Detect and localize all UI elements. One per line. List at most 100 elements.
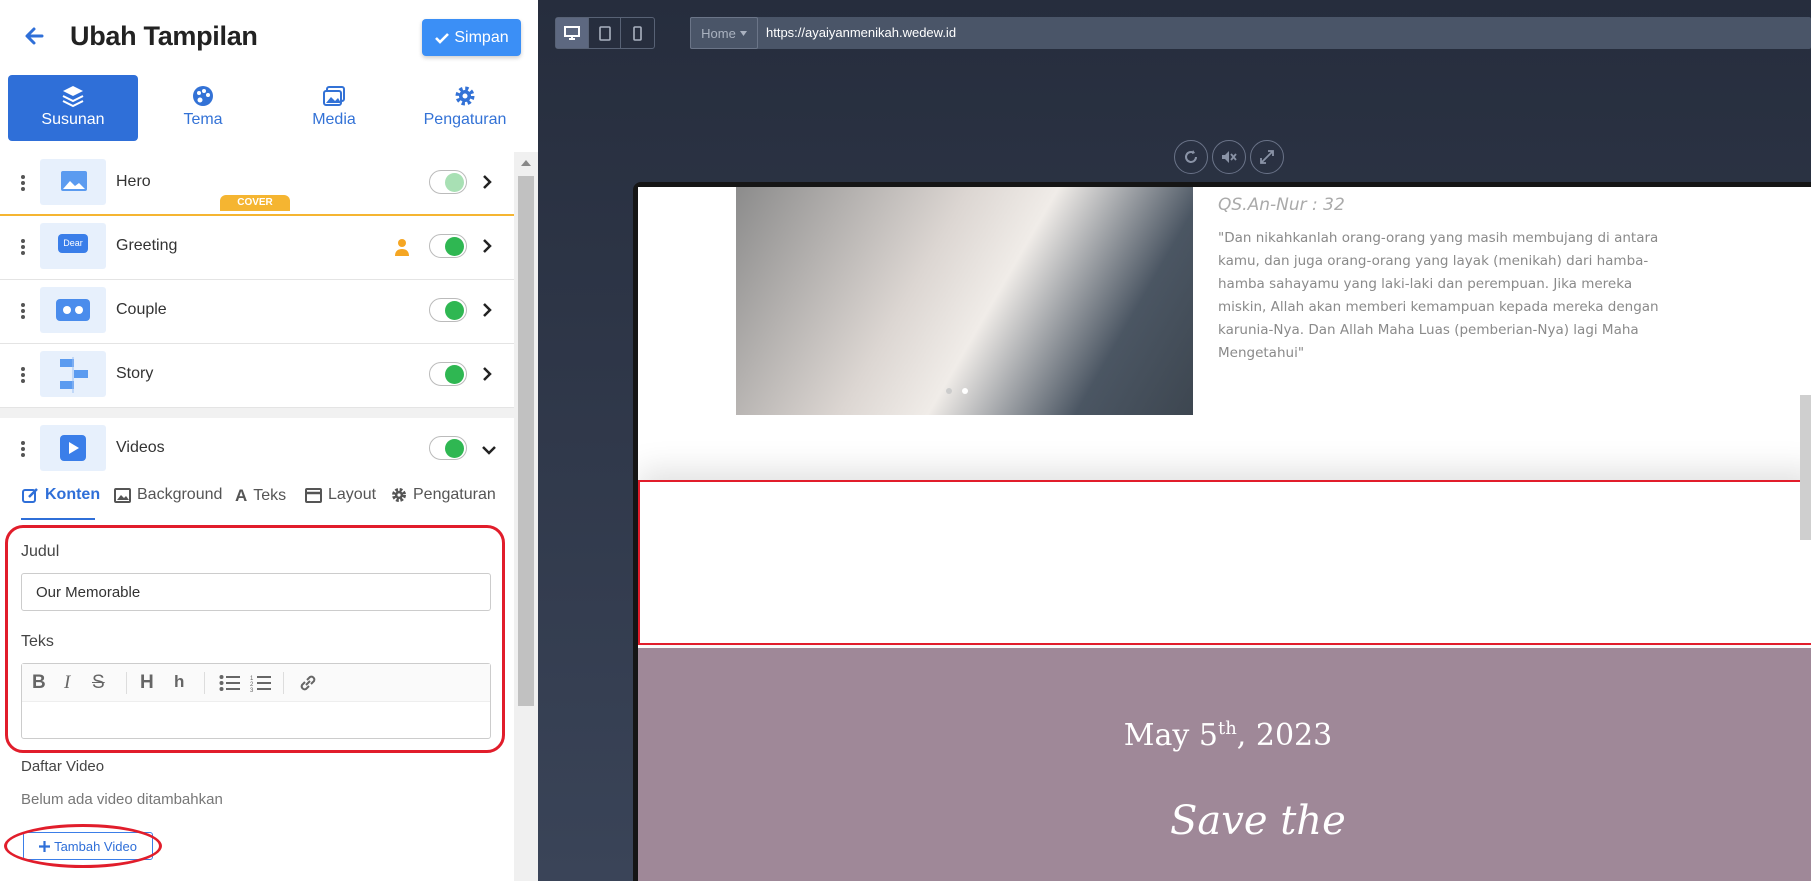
greeting-thumbnail: Dear	[40, 223, 106, 269]
mobile-view-button[interactable]	[621, 18, 654, 48]
save-the-date-section: May 5th, 2023 Save the	[638, 648, 1811, 881]
tab-media[interactable]: Media	[269, 75, 399, 141]
subtab-label: Teks	[253, 487, 287, 504]
section-row-story[interactable]: Story	[0, 344, 514, 408]
tablet-icon	[598, 25, 611, 41]
daftar-video-label: Daftar Video	[21, 758, 105, 775]
page-title: Ubah Tampilan	[70, 21, 258, 51]
drag-handle-icon[interactable]	[20, 440, 26, 458]
heading-small-button[interactable]: h	[174, 672, 184, 692]
main-tabs: Susunan Tema Media Pengaturan	[8, 75, 530, 141]
mute-button[interactable]	[1212, 140, 1246, 174]
editor-toolbar: B I S H h 123	[22, 664, 490, 702]
preview-scrollbar[interactable]	[1800, 395, 1811, 540]
link-icon[interactable]	[298, 673, 318, 693]
empty-video-text: Belum ada video ditambahkan	[21, 791, 223, 808]
bullet-list-icon[interactable]	[219, 674, 241, 692]
editor-header: Ubah Tampilan Simpan	[0, 0, 538, 74]
numbered-list-icon[interactable]: 123	[250, 674, 272, 692]
tab-label: Media	[312, 111, 356, 128]
section-toggle[interactable]	[429, 362, 467, 386]
subtab-label: Layout	[328, 486, 377, 503]
add-video-button[interactable]: Tambah Video	[23, 832, 153, 860]
tab-susunan[interactable]: Susunan	[8, 75, 138, 141]
subtab-layout[interactable]: Layout	[305, 486, 376, 504]
bold-button[interactable]: B	[32, 672, 46, 694]
device-switcher	[555, 17, 655, 49]
page-select-value: Home	[701, 25, 736, 41]
palette-icon	[193, 86, 213, 106]
section-toggle[interactable]	[429, 436, 467, 460]
couple-photo	[736, 187, 1193, 415]
judul-label: Judul	[21, 543, 60, 560]
tab-pengaturan[interactable]: Pengaturan	[400, 75, 530, 141]
cover-badge: COVER	[220, 195, 290, 211]
video-play-icon	[60, 435, 86, 461]
desktop-view-button[interactable]	[556, 18, 589, 48]
subtab-label: Konten	[45, 486, 101, 503]
section-toggle[interactable]	[429, 234, 467, 258]
chevron-right-icon[interactable]	[481, 302, 493, 318]
scroll-thumb[interactable]	[518, 176, 534, 706]
layers-icon	[62, 86, 84, 108]
subtab-label: Pengaturan	[413, 486, 496, 503]
heading-large-button[interactable]: H	[140, 672, 154, 694]
add-video-label: Tambah Video	[54, 838, 137, 854]
subtab-background[interactable]: Background	[114, 486, 222, 504]
drag-handle-icon[interactable]	[20, 302, 26, 320]
drag-handle-icon[interactable]	[20, 238, 26, 256]
save-label: Simpan	[454, 28, 509, 46]
section-row-greeting[interactable]: Dear Greeting	[0, 216, 514, 280]
scroll-up-icon[interactable]	[521, 158, 531, 166]
carousel-dot[interactable]	[946, 388, 952, 394]
chevron-right-icon[interactable]	[481, 366, 493, 382]
timeline-icon	[60, 357, 88, 393]
editor-panel: Ubah Tampilan Simpan Susunan Tema Media …	[0, 0, 538, 881]
preview-url[interactable]: https://ayaiyanmenikah.wedew.id	[766, 25, 956, 40]
section-toggle[interactable]	[429, 298, 467, 322]
section-row-couple[interactable]: Couple	[0, 280, 514, 344]
chevron-right-icon[interactable]	[481, 174, 493, 190]
tab-tema[interactable]: Tema	[138, 75, 268, 141]
subtab-konten[interactable]: Konten	[22, 486, 100, 504]
tab-label: Susunan	[41, 111, 105, 128]
divider	[0, 408, 514, 418]
drag-handle-icon[interactable]	[20, 174, 26, 192]
left-scrollbar[interactable]	[514, 152, 538, 881]
toolbar-separator	[283, 672, 284, 694]
toolbar-separator	[126, 672, 127, 694]
desktop-icon	[563, 26, 580, 40]
videos-section-preview[interactable]	[638, 480, 1811, 645]
caret-down-icon	[739, 30, 747, 36]
check-icon	[435, 32, 450, 44]
section-row-videos[interactable]: Videos	[0, 418, 514, 482]
tablet-view-button[interactable]	[589, 18, 622, 48]
subtab-pengaturan[interactable]: Pengaturan	[391, 486, 496, 504]
page-select[interactable]: Home	[690, 17, 758, 49]
chevron-right-icon[interactable]	[481, 238, 493, 254]
italic-button[interactable]: I	[64, 672, 70, 694]
dear-card: Dear	[58, 234, 88, 253]
subtab-teks[interactable]: A Teks	[235, 486, 286, 506]
volume-mute-icon	[1222, 151, 1237, 163]
judul-input[interactable]: Our Memorable	[21, 573, 491, 611]
mobile-icon	[633, 25, 642, 41]
tab-label: Tema	[183, 111, 223, 128]
images-icon	[323, 86, 345, 106]
drag-handle-icon[interactable]	[20, 366, 26, 384]
event-date: May 5th, 2023	[638, 718, 1811, 753]
back-arrow-icon[interactable]	[22, 24, 46, 48]
chevron-down-icon[interactable]	[481, 444, 497, 456]
image-icon	[61, 171, 87, 191]
section-toggle[interactable]	[429, 170, 467, 194]
strikethrough-button[interactable]: S	[92, 672, 105, 694]
user-icon[interactable]	[394, 238, 410, 256]
font-icon: A	[235, 486, 248, 505]
fullscreen-button[interactable]	[1250, 140, 1284, 174]
save-button[interactable]: Simpan	[422, 19, 521, 56]
reload-button[interactable]	[1174, 140, 1208, 174]
section-row-hero[interactable]: Hero COVER	[0, 152, 514, 216]
section-label: Hero	[116, 173, 151, 190]
rich-text-editor[interactable]: B I S H h 123	[21, 663, 491, 739]
carousel-dot[interactable]	[962, 388, 968, 394]
